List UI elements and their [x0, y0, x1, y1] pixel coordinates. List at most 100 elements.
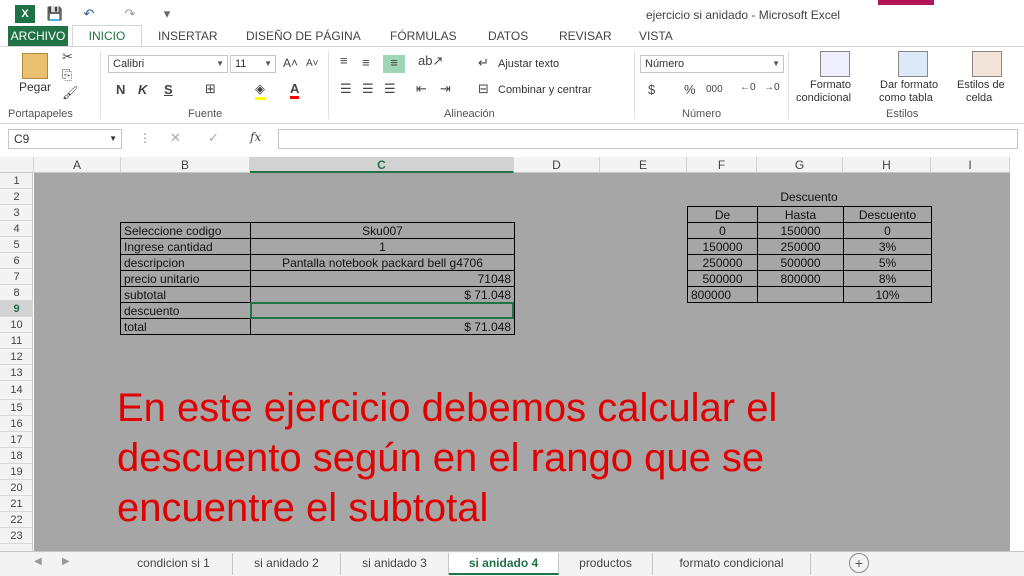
merge-center-button[interactable]: Combinar y centrar	[498, 84, 592, 96]
sheet-tab-si-anidado-3[interactable]: si anidado 3	[341, 553, 449, 575]
fill-color-icon[interactable]: ◈	[255, 81, 265, 100]
align-right-icon[interactable]: ☰	[384, 81, 396, 97]
percent-button[interactable]: %	[684, 82, 696, 97]
currency-button[interactable]: $	[648, 82, 655, 97]
formula-bar-options-icon[interactable]: ⋮	[139, 131, 151, 145]
column-header-b[interactable]: B	[121, 157, 250, 173]
font-name-select[interactable]: Calibri ▼	[108, 55, 228, 73]
row-header-17[interactable]: 17	[0, 432, 33, 448]
column-header-f[interactable]: F	[687, 157, 757, 173]
row-header-5[interactable]: 5	[0, 237, 33, 253]
table-cell[interactable]: 150000	[757, 222, 844, 239]
align-top-icon[interactable]: ≡	[340, 53, 348, 68]
tab-revisar[interactable]: REVISAR	[559, 26, 612, 46]
font-color-icon[interactable]: A	[290, 81, 300, 99]
row-header-8[interactable]: 8	[0, 285, 33, 301]
table-cell[interactable]	[757, 286, 844, 303]
decrease-decimal-icon[interactable]: →0	[764, 82, 780, 93]
table-cell[interactable]: 800000	[687, 286, 758, 303]
conditional-format-label-2[interactable]: condicional	[796, 92, 851, 104]
row-value-cell[interactable]: 1	[250, 238, 515, 255]
tab-archivo[interactable]: ARCHIVO	[8, 26, 68, 46]
table-cell[interactable]: 250000	[687, 254, 758, 271]
row-value-cell[interactable]: Pantalla notebook packard bell g4706	[250, 254, 515, 271]
cell-styles-icon[interactable]	[972, 51, 1002, 77]
paste-icon[interactable]	[22, 53, 48, 79]
underline-button[interactable]: S	[164, 82, 173, 97]
grow-font-icon[interactable]: A˄	[283, 56, 298, 70]
undo-icon[interactable]: ↶	[80, 6, 98, 22]
row-header-10[interactable]: 10	[0, 317, 33, 333]
sheet-tab-condicion-si-1[interactable]: condicion si 1	[115, 553, 233, 575]
format-as-table-icon[interactable]	[898, 51, 928, 77]
customize-toolbar-icon[interactable]: ▾	[160, 6, 174, 22]
row-label-cell[interactable]: Seleccione codigo	[120, 222, 251, 239]
row-header-22[interactable]: 22	[0, 512, 33, 528]
row-header-12[interactable]: 12	[0, 349, 33, 365]
orientation-icon[interactable]: ab↗	[418, 53, 443, 69]
italic-button[interactable]: K	[138, 82, 147, 97]
align-bottom-icon[interactable]: ≡	[383, 55, 405, 73]
row-header-9[interactable]: 9	[0, 301, 33, 317]
row-header-18[interactable]: 18	[0, 448, 33, 464]
row-label-cell[interactable]: Ingrese cantidad	[120, 238, 251, 255]
table-cell[interactable]: 0	[687, 222, 758, 239]
format-as-table-label-1[interactable]: Dar formato	[880, 79, 938, 91]
table-cell[interactable]: 10%	[843, 286, 932, 303]
row-label-cell[interactable]: descripcion	[120, 254, 251, 271]
tab-formulas[interactable]: FÓRMULAS	[390, 26, 457, 46]
cancel-icon[interactable]: ✕	[170, 130, 181, 146]
sheet-tab-si-anidado-4[interactable]: si anidado 4	[449, 553, 559, 575]
row-header-20[interactable]: 20	[0, 480, 33, 496]
paste-button[interactable]: Pegar	[19, 80, 51, 94]
shrink-font-icon[interactable]: A˅	[306, 58, 319, 69]
add-sheet-icon[interactable]: +	[849, 553, 869, 573]
table-cell[interactable]: 250000	[757, 238, 844, 255]
format-as-table-label-2[interactable]: como tabla	[879, 92, 933, 104]
conditional-format-icon[interactable]	[820, 51, 850, 77]
align-middle-icon[interactable]: ≡	[362, 55, 370, 70]
tab-vista[interactable]: VISTA	[639, 26, 673, 46]
active-cell-c9[interactable]	[250, 302, 514, 319]
increase-indent-icon[interactable]: ⇥	[440, 81, 451, 97]
column-header-c[interactable]: C	[250, 157, 514, 173]
select-all-corner[interactable]	[0, 157, 34, 173]
excel-app-icon[interactable]: X	[15, 5, 35, 23]
column-header-i[interactable]: I	[931, 157, 1010, 173]
cell-styles-label-2[interactable]: celda	[966, 92, 992, 104]
row-header-7[interactable]: 7	[0, 269, 33, 285]
cut-icon[interactable]: ✂	[62, 49, 73, 65]
row-value-cell[interactable]: $ 71.048	[250, 286, 515, 303]
thousands-button[interactable]: 000	[706, 84, 723, 95]
conditional-format-label-1[interactable]: Formato	[810, 79, 851, 91]
column-header-cell[interactable]: Hasta	[757, 206, 844, 223]
row-header-15[interactable]: 15	[0, 400, 33, 416]
row-header-3[interactable]: 3	[0, 205, 33, 221]
row-label-cell[interactable]: descuento	[120, 302, 251, 319]
row-header-21[interactable]: 21	[0, 496, 33, 512]
cell-styles-label-1[interactable]: Estilos de	[957, 79, 1005, 91]
tab-diseno-pagina[interactable]: DISEÑO DE PÁGINA	[246, 26, 361, 46]
tab-inicio[interactable]: INICIO	[72, 25, 142, 47]
vertical-scrollbar[interactable]	[1010, 157, 1024, 551]
column-header-h[interactable]: H	[843, 157, 931, 173]
row-header-23[interactable]: 23	[0, 528, 33, 544]
row-label-cell[interactable]: subtotal	[120, 286, 251, 303]
table-cell[interactable]: 0	[843, 222, 932, 239]
scroll-left-icon[interactable]: ◀	[34, 556, 42, 567]
row-label-cell[interactable]: total	[120, 318, 251, 335]
table-cell[interactable]: 500000	[687, 270, 758, 287]
row-value-cell[interactable]: Sku007	[250, 222, 515, 239]
sheet-tab-si-anidado-2[interactable]: si anidado 2	[233, 553, 341, 575]
row-value-cell[interactable]: 71048	[250, 270, 515, 287]
sheet-tab-productos[interactable]: productos	[559, 553, 653, 575]
column-header-g[interactable]: G	[757, 157, 843, 173]
row-header-19[interactable]: 19	[0, 464, 33, 480]
borders-icon[interactable]: ⊞	[205, 81, 216, 97]
column-header-a[interactable]: A	[34, 157, 121, 173]
column-header-cell[interactable]: De	[687, 206, 758, 223]
format-painter-icon[interactable]: 🖌	[62, 85, 79, 101]
row-header-13[interactable]: 13	[0, 365, 33, 381]
formula-input[interactable]	[278, 129, 1018, 149]
font-size-select[interactable]: 11 ▼	[230, 55, 276, 73]
